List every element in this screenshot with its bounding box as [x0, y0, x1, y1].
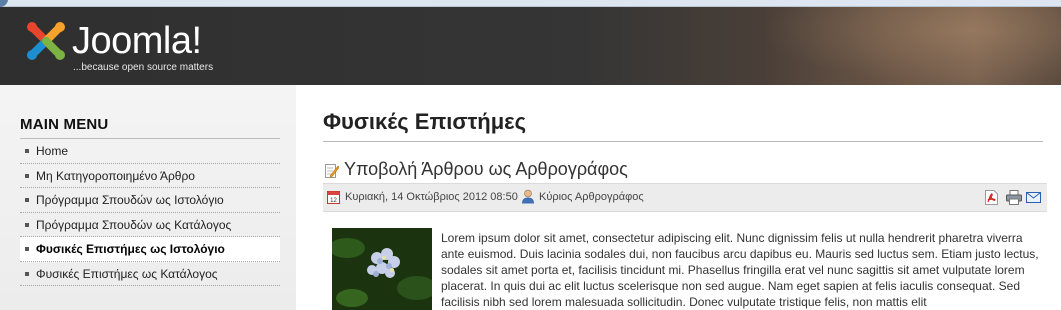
pdf-icon[interactable] [985, 190, 998, 205]
menu-item-uncategorized-article[interactable]: Μη Κατηγοροποιημένο Άρθρο [20, 164, 280, 188]
print-icon[interactable] [1006, 190, 1022, 205]
svg-text:12: 12 [330, 198, 337, 204]
main-menu: Home Μη Κατηγοροποιημένο Άρθρο Πρόγραμμα… [20, 138, 280, 286]
page-title: Φυσικές Επιστήμες [323, 109, 527, 134]
browser-top-strip [0, 0, 1061, 7]
menu-item-label: Φυσικές Επιστήμες ως Κατάλογος [36, 266, 218, 281]
bullet-icon [25, 247, 29, 251]
article-image [332, 228, 432, 310]
title-divider [323, 141, 1043, 142]
article-meta-bar: 12 Κυριακή, 14 Οκτώβριος 2012 08:50 Κύρι… [323, 183, 1047, 212]
menu-item-home[interactable]: Home [20, 139, 280, 164]
site-brand[interactable]: Joomla! [72, 21, 202, 61]
article-title-link[interactable]: Υποβολή Άρθρου ως Αρθρογράφος [344, 159, 628, 180]
article-body: Lorem ipsum dolor sit amet, consectetur … [441, 231, 1039, 309]
bullet-icon [25, 173, 29, 178]
main-content: Φυσικές Επιστήμες Υποβολή Άρθρου ως Αρθρ… [296, 85, 1061, 310]
site-header: Joomla! ...because open source matters [0, 7, 1061, 85]
menu-item-science-blog[interactable]: Φυσικές Επιστήμες ως Ιστολόγιο [20, 237, 280, 262]
user-icon [522, 189, 534, 204]
menu-item-curriculum-blog[interactable]: Πρόγραμμα Σπουδών ως Ιστολόγιο [20, 188, 280, 213]
joomla-logo-icon[interactable] [24, 19, 68, 63]
bullet-icon [25, 222, 29, 227]
menu-item-label: Φυσικές Επιστήμες ως Ιστολόγιο [36, 242, 225, 256]
site-tagline: ...because open source matters [73, 62, 214, 73]
main-menu-title: MAIN MENU [20, 116, 109, 133]
menu-item-label: Μη Κατηγοροποιημένο Άρθρο [36, 168, 195, 183]
brand-text: Joomla! [72, 20, 202, 62]
bullet-icon [25, 149, 29, 153]
article-author: Κύριος Αρθρογράφος [539, 191, 644, 203]
calendar-icon: 12 [327, 191, 340, 204]
menu-item-label: Πρόγραμμα Σπουδών ως Κατάλογος [36, 217, 232, 232]
menu-item-label: Πρόγραμμα Σπουδών ως Ιστολόγιο [36, 193, 224, 207]
article-date: Κυριακή, 14 Οκτώβριος 2012 08:50 [345, 191, 518, 203]
bullet-icon [25, 198, 29, 202]
menu-item-label: Home [36, 144, 69, 158]
header-background-image [761, 7, 1061, 85]
edit-article-icon[interactable] [325, 163, 339, 179]
sidebar: MAIN MENU Home Μη Κατηγοροποιημένο Άρθρο… [0, 85, 296, 310]
email-icon[interactable] [1026, 192, 1041, 203]
menu-item-science-list[interactable]: Φυσικές Επιστήμες ως Κατάλογος [20, 262, 280, 286]
menu-item-curriculum-list[interactable]: Πρόγραμμα Σπουδών ως Κατάλογος [20, 213, 280, 237]
bullet-icon [25, 271, 29, 276]
browser-globe-icon [0, 0, 8, 7]
